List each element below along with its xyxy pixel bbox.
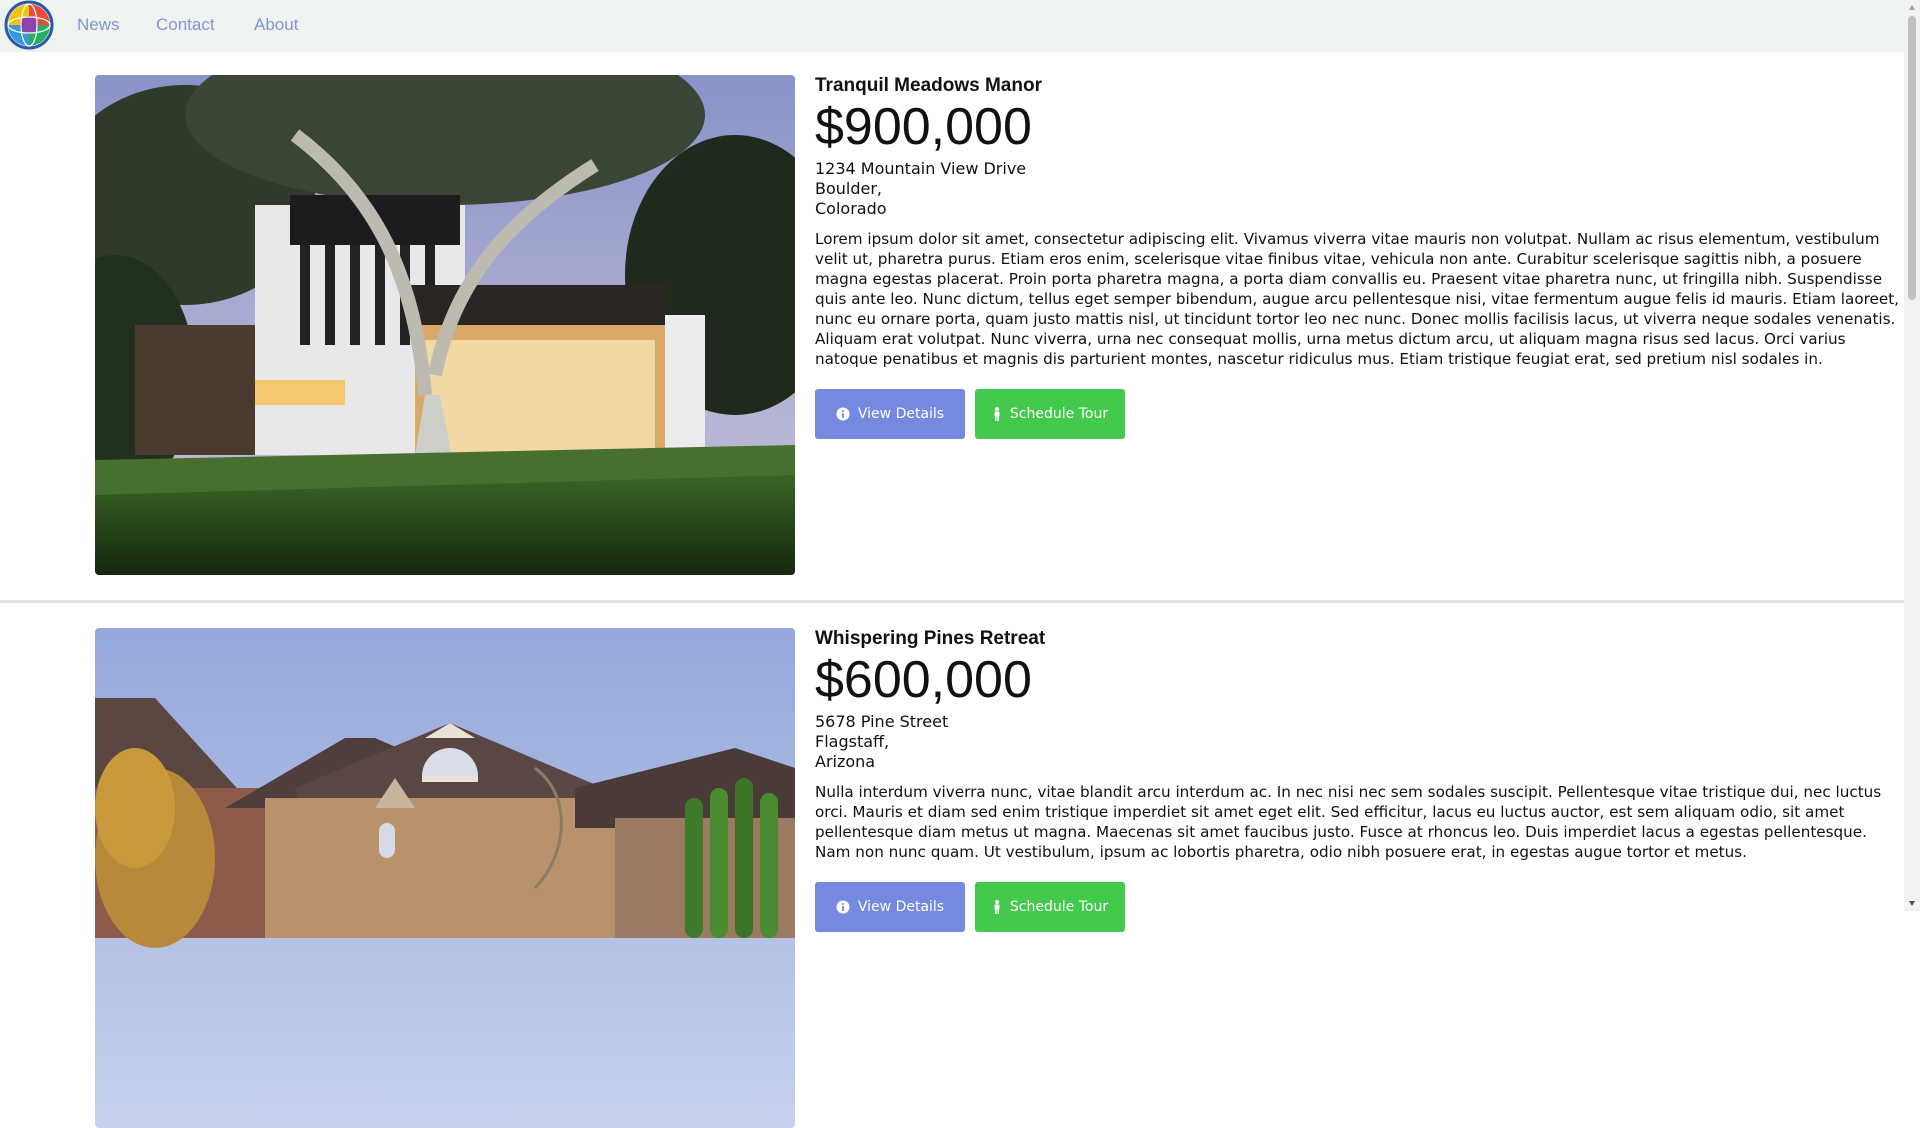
scroll-up-arrow-icon[interactable] xyxy=(1908,4,1916,12)
info-circle-icon xyxy=(836,900,850,914)
listing-price: $600,000 xyxy=(815,651,1032,709)
address-state: Arizona xyxy=(815,752,876,771)
address-street: 5678 Pine Street xyxy=(815,712,949,731)
property-photo[interactable] xyxy=(95,628,795,1128)
info-circle-icon xyxy=(836,407,850,421)
address-city: Boulder, xyxy=(815,179,883,198)
listing-divider xyxy=(0,600,1904,603)
listing-info: Tranquil Meadows Manor $900,000 1234 Mou… xyxy=(815,75,1900,439)
page-scrollbar[interactable] xyxy=(1904,0,1920,911)
listing-price: $900,000 xyxy=(815,98,1032,156)
property-photo[interactable] xyxy=(95,75,795,575)
schedule-tour-button[interactable]: Schedule Tour xyxy=(975,882,1125,932)
address-state: Colorado xyxy=(815,199,887,218)
listing-address: 5678 Pine Street Flagstaff, Arizona xyxy=(815,712,1900,772)
person-icon xyxy=(992,407,1002,421)
listing-address: 1234 Mountain View Drive Boulder, Colora… xyxy=(815,159,1900,219)
listing-actions: View Details Schedule Tour xyxy=(815,882,1900,932)
address-city: Flagstaff, xyxy=(815,732,890,751)
view-details-label: View Details xyxy=(857,899,945,915)
listing-title[interactable]: Whispering Pines Retreat xyxy=(815,628,1900,650)
listing-title[interactable]: Tranquil Meadows Manor xyxy=(815,75,1900,97)
scrollbar-thumb[interactable] xyxy=(1908,16,1916,300)
schedule-tour-label: Schedule Tour xyxy=(1009,899,1109,915)
nav-link-news[interactable]: News xyxy=(77,15,120,35)
nav-link-contact[interactable]: Contact xyxy=(156,15,215,35)
person-icon xyxy=(992,900,1002,914)
listing-description: Lorem ipsum dolor sit amet, consectetur … xyxy=(815,230,1899,368)
nav-link-about[interactable]: About xyxy=(254,15,298,35)
top-navbar: News Contact About xyxy=(0,0,1904,52)
address-street: 1234 Mountain View Drive xyxy=(815,159,1027,178)
schedule-tour-button[interactable]: Schedule Tour xyxy=(975,389,1125,439)
scroll-down-arrow-icon[interactable] xyxy=(1908,899,1916,907)
view-details-button[interactable]: View Details xyxy=(815,882,965,932)
view-details-button[interactable]: View Details xyxy=(815,389,965,439)
listing-actions: View Details Schedule Tour xyxy=(815,389,1900,439)
schedule-tour-label: Schedule Tour xyxy=(1009,406,1109,422)
listing-info: Whispering Pines Retreat $600,000 5678 P… xyxy=(815,628,1900,932)
listing-description: Nulla interdum viverra nunc, vitae bland… xyxy=(815,783,1882,861)
globe-logo-icon[interactable] xyxy=(4,0,54,50)
view-details-label: View Details xyxy=(857,406,945,422)
